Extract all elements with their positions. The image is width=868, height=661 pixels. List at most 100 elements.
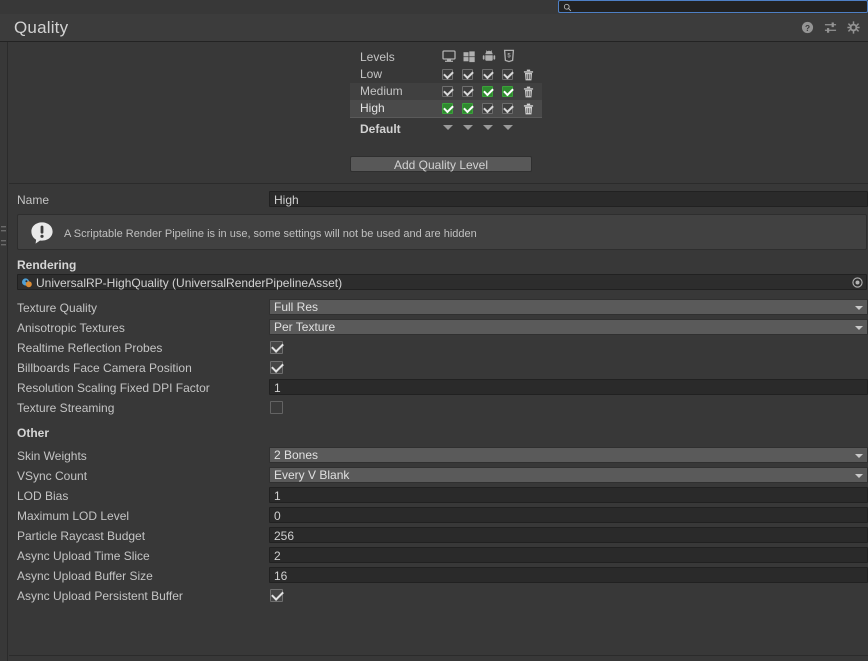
- level-platform-toggle[interactable]: [442, 100, 456, 117]
- default-platform-dropdown[interactable]: [442, 119, 456, 136]
- level-row-low[interactable]: Low: [350, 66, 542, 83]
- chevron-down-icon[interactable]: [503, 125, 513, 130]
- field-vsync-count: VSync Count Every V Blank: [9, 466, 868, 486]
- section-other-title: Other: [17, 426, 50, 440]
- search-field[interactable]: [558, 0, 868, 13]
- maximum-lod-level-input[interactable]: 0: [269, 507, 868, 523]
- render-pipeline-asset-name: UniversalRP-HighQuality (UniversalRender…: [36, 276, 343, 290]
- level-platform-toggle[interactable]: [482, 83, 496, 100]
- field-label: Texture Quality: [17, 301, 98, 315]
- levels-header-row: Levels 5: [350, 49, 542, 66]
- anisotropic-textures-dropdown[interactable]: Per Texture: [269, 319, 868, 335]
- field-label: Skin Weights: [17, 449, 87, 463]
- level-platform-toggle[interactable]: [482, 100, 496, 117]
- chevron-down-icon[interactable]: [463, 125, 473, 130]
- resolution-scaling-fixed-dpi-factor-input[interactable]: 1: [269, 379, 868, 395]
- preset-icon[interactable]: [824, 21, 837, 34]
- lod-bias-input[interactable]: 1: [269, 487, 868, 503]
- settings-content: Levels 5 Low Medium High Default Add Qua…: [9, 42, 868, 655]
- name-label: Name: [17, 193, 50, 207]
- section-rendering-title: Rendering: [17, 258, 77, 272]
- texture-quality-value: Full Res: [274, 300, 319, 314]
- section-divider: [9, 183, 868, 184]
- level-row-high[interactable]: High: [350, 100, 542, 117]
- field-anisotropic-textures: Anisotropic Textures Per Texture: [9, 318, 868, 338]
- field-label: Async Upload Time Slice: [17, 549, 150, 563]
- field-label: LOD Bias: [17, 489, 69, 503]
- search-icon: [563, 3, 572, 12]
- realtime-reflection-probes-checkbox[interactable]: [270, 341, 283, 354]
- field-label: Billboards Face Camera Position: [17, 361, 192, 375]
- level-platform-toggle[interactable]: [442, 66, 456, 83]
- level-platform-toggle[interactable]: [502, 83, 516, 100]
- render-pipeline-asset-field[interactable]: UniversalRP-HighQuality (UniversalRender…: [17, 274, 867, 290]
- info-banner: A Scriptable Render Pipeline is in use, …: [17, 214, 867, 250]
- level-platform-toggle[interactable]: [502, 100, 516, 117]
- texture-quality-dropdown[interactable]: Full Res: [269, 299, 868, 315]
- field-skin-weights: Skin Weights 2 Bones: [9, 446, 868, 466]
- levels-separator: [350, 117, 542, 118]
- level-platform-toggle[interactable]: [462, 83, 476, 100]
- bottom-strip: [120, 656, 868, 661]
- chevron-down-icon: [855, 454, 863, 458]
- info-message: A Scriptable Render Pipeline is in use, …: [64, 228, 477, 240]
- texture-streaming-checkbox[interactable]: [270, 401, 283, 414]
- field-label: Anisotropic Textures: [17, 321, 125, 335]
- field-async-upload-persistent-buffer: Async Upload Persistent Buffer: [9, 586, 868, 606]
- field-particle-raycast-budget: Particle Raycast Budget 256: [9, 526, 868, 546]
- platform-android-icon: [482, 49, 496, 66]
- help-icon[interactable]: ?: [801, 21, 814, 34]
- chevron-down-icon: [855, 306, 863, 310]
- default-platform-dropdown[interactable]: [482, 119, 496, 136]
- chevron-down-icon: [855, 474, 863, 478]
- level-label: Medium: [360, 84, 403, 98]
- level-platform-toggle[interactable]: [502, 66, 516, 83]
- field-texture-streaming: Texture Streaming: [9, 398, 868, 418]
- field-label: Async Upload Buffer Size: [17, 569, 153, 583]
- skin-weights-dropdown[interactable]: 2 Bones: [269, 447, 868, 463]
- default-platform-dropdown[interactable]: [502, 119, 516, 136]
- field-label: Texture Streaming: [17, 401, 115, 415]
- trash-icon[interactable]: [523, 86, 534, 98]
- page-title: Quality: [14, 18, 69, 37]
- delete-level-button[interactable]: [522, 100, 536, 117]
- field-billboards-face-camera-position: Billboards Face Camera Position: [9, 358, 868, 378]
- level-platform-toggle[interactable]: [462, 66, 476, 83]
- name-row: Name High: [9, 190, 868, 210]
- level-row-medium[interactable]: Medium: [350, 83, 542, 100]
- level-row-default: Default: [350, 117, 542, 137]
- async-upload-persistent-buffer-checkbox[interactable]: [270, 589, 283, 602]
- level-platform-toggle[interactable]: [482, 66, 496, 83]
- level-label: Low: [360, 67, 383, 81]
- delete-level-button[interactable]: [522, 66, 536, 83]
- field-label: Particle Raycast Budget: [17, 529, 146, 543]
- name-input[interactable]: High: [269, 191, 868, 207]
- object-picker-icon[interactable]: [852, 277, 863, 288]
- chevron-down-icon[interactable]: [483, 125, 493, 130]
- trash-icon[interactable]: [523, 69, 534, 81]
- field-label: Async Upload Persistent Buffer: [17, 589, 183, 603]
- field-resolution-scaling-fixed-dpi-factor: Resolution Scaling Fixed DPI Factor 1: [9, 378, 868, 398]
- field-label: Realtime Reflection Probes: [17, 341, 163, 355]
- left-gutter: [0, 42, 8, 661]
- platform-standalone-icon: [442, 49, 456, 66]
- level-platform-toggle[interactable]: [442, 83, 456, 100]
- skin-weights-value: 2 Bones: [274, 448, 319, 462]
- delete-level-button[interactable]: [522, 83, 536, 100]
- trash-icon[interactable]: [523, 103, 534, 115]
- field-label: VSync Count: [17, 469, 88, 483]
- chevron-down-icon: [855, 326, 863, 330]
- default-platform-dropdown[interactable]: [462, 119, 476, 136]
- add-quality-level-button[interactable]: Add Quality Level: [350, 156, 532, 172]
- particle-raycast-budget-input[interactable]: 256: [269, 527, 868, 543]
- chevron-down-icon[interactable]: [443, 125, 453, 130]
- search-input[interactable]: [575, 1, 861, 12]
- level-platform-toggle[interactable]: [462, 100, 476, 117]
- vsync-count-dropdown[interactable]: Every V Blank: [269, 467, 868, 483]
- billboards-face-camera-position-checkbox[interactable]: [270, 361, 283, 374]
- async-upload-time-slice-input[interactable]: 2: [269, 547, 868, 563]
- field-maximum-lod-level: Maximum LOD Level 0: [9, 506, 868, 526]
- async-upload-buffer-size-input[interactable]: 16: [269, 567, 868, 583]
- level-label: High: [360, 101, 385, 115]
- gear-icon[interactable]: [847, 21, 860, 34]
